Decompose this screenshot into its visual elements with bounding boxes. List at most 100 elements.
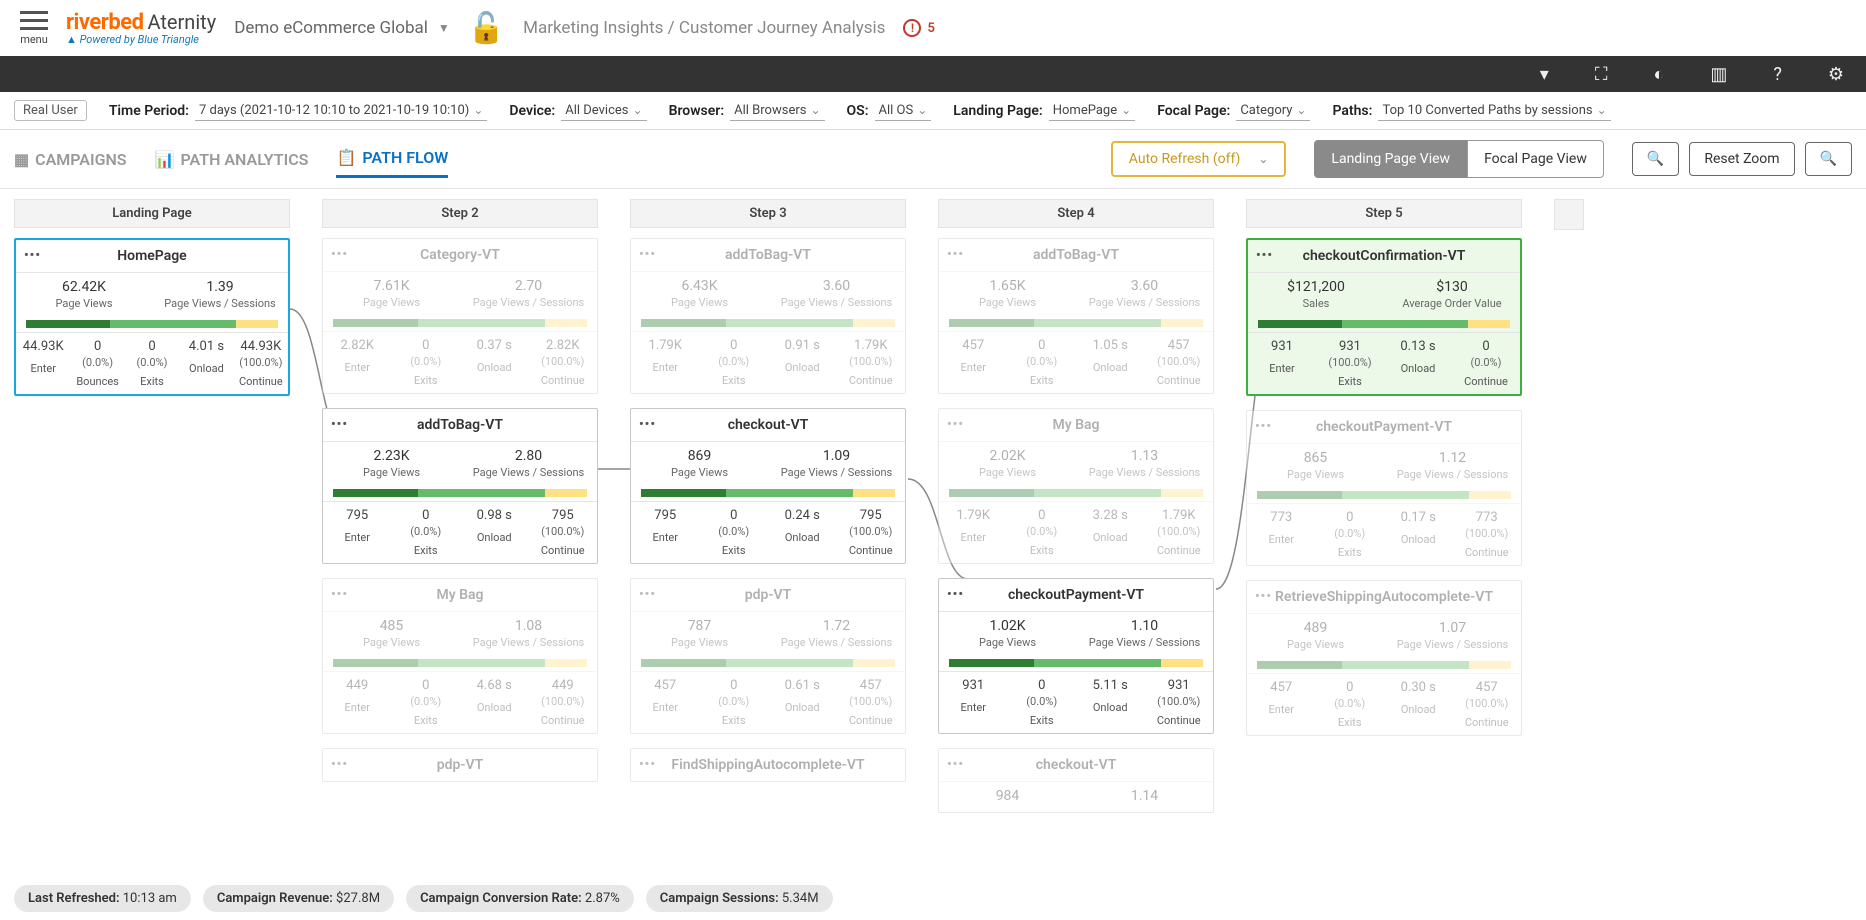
card-title: addToBag-VT: [323, 409, 597, 441]
chevron-down-icon: ⌄: [1597, 103, 1607, 117]
column-step-3: Step 3 •••addToBag-VT6.43KPage Views3.60…: [630, 199, 906, 796]
contrast-icon[interactable]: ◐: [1653, 64, 1664, 85]
chart-icon: 📊: [155, 150, 175, 169]
card-title: My Bag: [323, 579, 597, 611]
clipboard-icon: 📋: [336, 148, 356, 167]
card-menu-icon[interactable]: •••: [331, 587, 348, 602]
spark-bar: [641, 319, 895, 327]
zoom-out-button[interactable]: 🔍: [1632, 142, 1679, 176]
tab-path-analytics[interactable]: 📊PATH ANALYTICS: [155, 142, 309, 177]
card-menu-icon[interactable]: •••: [639, 417, 656, 432]
spark-bar: [26, 320, 278, 328]
spark-bar: [949, 489, 1203, 497]
focal-page-view-button[interactable]: Focal Page View: [1467, 140, 1604, 178]
chevron-down-icon: ▼: [438, 21, 450, 35]
card-checkoutpayment-vt[interactable]: •••checkoutPayment-VT1.02KPage Views1.10…: [938, 578, 1214, 734]
chevron-down-icon: ⌄: [810, 103, 820, 117]
card-menu-icon[interactable]: •••: [947, 757, 964, 772]
card-addtobag-vt[interactable]: •••addToBag-VT1.65KPage Views3.60Page Vi…: [938, 238, 1214, 394]
column-header: Step 2: [322, 199, 598, 228]
columns-icon[interactable]: ▥: [1710, 64, 1727, 85]
spark-bar: [333, 659, 587, 667]
card-title: addToBag-VT: [631, 239, 905, 271]
card-checkout-vt[interactable]: •••checkout-VT9841.14: [938, 748, 1214, 813]
card-title: checkoutPayment-VT: [1247, 411, 1521, 443]
focal-page-label: Focal Page:: [1157, 103, 1230, 119]
card-menu-icon[interactable]: •••: [947, 417, 964, 432]
spark-bar: [641, 489, 895, 497]
campaign-conversion-pill: Campaign Conversion Rate: 2.87%: [406, 885, 634, 912]
spark-bar: [333, 489, 587, 497]
landing-page-view-button[interactable]: Landing Page View: [1314, 140, 1467, 178]
card-retrieveshipping-vt[interactable]: •••RetrieveShippingAutocomplete-VT489Pag…: [1246, 580, 1522, 736]
menu-button[interactable]: menu: [20, 11, 48, 46]
card-checkoutpayment-vt[interactable]: •••checkoutPayment-VT865Page Views1.12Pa…: [1246, 410, 1522, 566]
card-menu-icon[interactable]: •••: [1255, 589, 1272, 604]
real-user-chip[interactable]: Real User: [14, 100, 87, 121]
lock-open-icon[interactable]: 🔓: [468, 11, 505, 46]
tab-campaigns[interactable]: ▦CAMPAIGNS: [14, 142, 127, 177]
spark-bar: [949, 319, 1203, 327]
alert-indicator[interactable]: ! 5: [903, 19, 934, 37]
zoom-out-icon: 🔍: [1647, 151, 1664, 167]
app-header: menu riverbed Aternity ▲ Powered by Blue…: [0, 0, 1866, 56]
card-checkout-vt[interactable]: •••checkout-VT869Page Views1.09Page View…: [630, 408, 906, 564]
card-menu-icon[interactable]: •••: [639, 757, 656, 772]
card-homepage[interactable]: •••HomePage62.42KPage Views1.39Page View…: [14, 238, 290, 396]
help-icon[interactable]: ?: [1773, 64, 1782, 85]
chevron-down-icon: ⌄: [473, 103, 483, 117]
card-menu-icon[interactable]: •••: [947, 587, 964, 602]
tab-path-flow[interactable]: 📋PATH FLOW: [336, 140, 448, 178]
device-dropdown[interactable]: All Devices⌄: [561, 101, 646, 121]
card-title: checkoutConfirmation-VT: [1248, 240, 1520, 272]
filter-icon[interactable]: ▾: [1540, 64, 1549, 85]
path-flow-canvas[interactable]: Landing Page •••HomePage62.42KPage Views…: [0, 189, 1866, 887]
fullscreen-icon[interactable]: ⛶: [1595, 64, 1608, 85]
breadcrumb: Marketing Insights / Customer Journey An…: [523, 18, 885, 38]
card-addtobag-vt[interactable]: •••addToBag-VT6.43KPage Views3.60Page Vi…: [630, 238, 906, 394]
environment-name: Demo eCommerce Global: [234, 18, 428, 38]
environment-dropdown[interactable]: Demo eCommerce Global ▼: [234, 18, 450, 38]
card-menu-icon[interactable]: •••: [947, 247, 964, 262]
zoom-in-button[interactable]: 🔍: [1805, 142, 1852, 176]
card-menu-icon[interactable]: •••: [1255, 419, 1272, 434]
os-dropdown[interactable]: All OS⌄: [875, 101, 932, 121]
spark-bar: [1257, 661, 1511, 669]
landing-page-dropdown[interactable]: HomePage⌄: [1049, 101, 1135, 121]
card-findshipping-vt[interactable]: •••FindShippingAutocomplete-VT: [630, 748, 906, 782]
card-my-bag[interactable]: •••My Bag2.02KPage Views1.13Page Views /…: [938, 408, 1214, 564]
time-period-dropdown[interactable]: 7 days (2021-10-12 10:10 to 2021-10-19 1…: [195, 101, 487, 121]
card-menu-icon[interactable]: •••: [639, 247, 656, 262]
card-title: addToBag-VT: [939, 239, 1213, 271]
card-checkoutconfirmation-vt[interactable]: •••checkoutConfirmation-VT$121,200Sales$…: [1246, 238, 1522, 396]
autorefresh-dropdown[interactable]: Auto Refresh (off)⌄: [1111, 141, 1287, 177]
card-title: HomePage: [16, 240, 288, 272]
toolbar-dark: ▾ ⛶ ◐ ▥ ? ⚙: [0, 56, 1866, 92]
card-menu-icon[interactable]: •••: [331, 417, 348, 432]
card-menu-icon[interactable]: •••: [331, 757, 348, 772]
card-menu-icon[interactable]: •••: [331, 247, 348, 262]
column-step-4: Step 4 •••addToBag-VT1.65KPage Views3.60…: [938, 199, 1214, 827]
brand-aternity: Aternity: [147, 10, 216, 34]
focal-page-dropdown[interactable]: Category⌄: [1236, 101, 1310, 121]
card-pdp-vt[interactable]: •••pdp-VT: [322, 748, 598, 782]
card-menu-icon[interactable]: •••: [24, 248, 41, 263]
settings-icon[interactable]: ⚙: [1828, 64, 1844, 85]
paths-dropdown[interactable]: Top 10 Converted Paths by sessions⌄: [1378, 101, 1610, 121]
card-my-bag[interactable]: •••My Bag485Page Views1.08Page Views / S…: [322, 578, 598, 734]
last-refreshed-pill: Last Refreshed: 10:13 am: [14, 885, 191, 912]
hamburger-icon: [20, 11, 48, 30]
card-addtobag-vt[interactable]: •••addToBag-VT2.23KPage Views2.80Page Vi…: [322, 408, 598, 564]
card-category-vt[interactable]: •••Category-VT7.61KPage Views2.70Page Vi…: [322, 238, 598, 394]
card-menu-icon[interactable]: •••: [639, 587, 656, 602]
spark-bar: [1258, 320, 1510, 328]
card-menu-icon[interactable]: •••: [1256, 248, 1273, 263]
paths-label: Paths:: [1332, 103, 1372, 119]
brand-subtitle: ▲ Powered by Blue Triangle: [66, 33, 216, 46]
card-title: checkout-VT: [631, 409, 905, 441]
reset-zoom-button[interactable]: Reset Zoom: [1689, 142, 1794, 176]
chevron-down-icon: ⌄: [1258, 152, 1268, 166]
card-pdp-vt[interactable]: •••pdp-VT787Page Views1.72Page Views / S…: [630, 578, 906, 734]
browser-dropdown[interactable]: All Browsers⌄: [730, 101, 824, 121]
chevron-down-icon: ⌄: [633, 103, 643, 117]
